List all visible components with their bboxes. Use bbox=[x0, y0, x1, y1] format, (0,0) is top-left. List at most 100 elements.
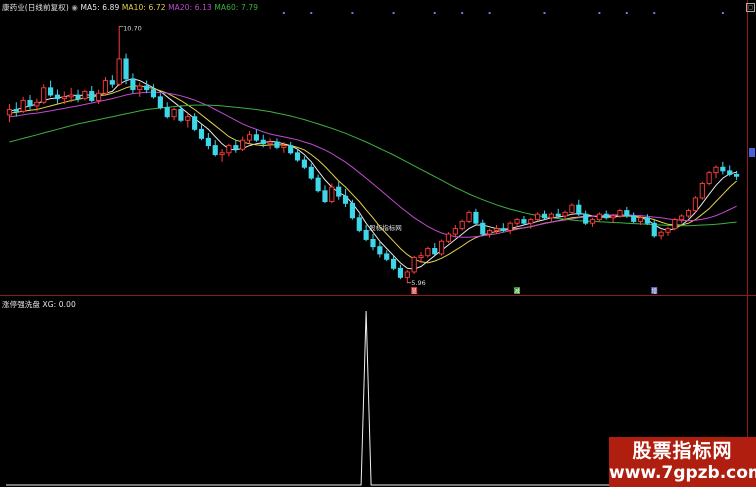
candle-up bbox=[507, 222, 513, 231]
top-event-marker bbox=[461, 12, 464, 14]
candle-down bbox=[75, 94, 81, 100]
candle-down bbox=[480, 222, 486, 235]
candle-down bbox=[432, 248, 438, 255]
candle-up bbox=[418, 255, 424, 258]
candle-up bbox=[672, 219, 678, 230]
candle-down bbox=[315, 177, 321, 192]
panel-toggle-button[interactable]: ▢ bbox=[746, 3, 755, 12]
candle-down bbox=[397, 267, 404, 278]
candle-down bbox=[500, 228, 506, 231]
top-event-marker bbox=[625, 12, 628, 14]
candle-up bbox=[267, 141, 273, 145]
candle-down bbox=[336, 186, 342, 197]
candle-down bbox=[603, 213, 609, 219]
watermark-logo: 股票指标网 www.7gpzb.com bbox=[609, 437, 756, 487]
candle-down bbox=[54, 94, 61, 100]
candle-down bbox=[391, 258, 397, 269]
candle-down bbox=[733, 174, 740, 177]
candle-up bbox=[685, 210, 692, 217]
candle-down bbox=[123, 58, 129, 80]
candle-up bbox=[589, 219, 596, 224]
candle-up bbox=[20, 100, 26, 112]
candle-down bbox=[555, 213, 561, 217]
candle-up bbox=[246, 134, 253, 141]
candle-down bbox=[253, 134, 259, 141]
candle-up bbox=[226, 145, 232, 154]
candle-up bbox=[493, 228, 500, 231]
right-price-axis[interactable] bbox=[747, 0, 756, 487]
top-event-marker bbox=[310, 12, 313, 14]
candle-up bbox=[6, 109, 13, 116]
candle-down bbox=[294, 152, 301, 161]
candle-down bbox=[27, 100, 33, 107]
top-event-marker bbox=[653, 12, 656, 14]
candle-down bbox=[624, 210, 630, 217]
price-axis-marker bbox=[749, 148, 755, 157]
candle-up bbox=[514, 219, 520, 224]
candle-up bbox=[445, 233, 452, 242]
candle-up bbox=[459, 220, 465, 230]
candle-down bbox=[576, 204, 582, 215]
candle-up bbox=[699, 183, 705, 199]
candle-down bbox=[384, 253, 390, 260]
price-panel: 10.70 5.96 股标指标网显 减 增 bbox=[0, 0, 756, 295]
high-price-label: 10.70 bbox=[123, 24, 142, 32]
top-event-marker bbox=[392, 12, 395, 14]
candle-up bbox=[34, 101, 40, 107]
candle-up bbox=[617, 210, 623, 217]
top-event-marker bbox=[433, 12, 436, 14]
indicator-title: 涨停强洗盘 bbox=[2, 300, 40, 309]
candle-down bbox=[583, 213, 589, 224]
candle-down bbox=[260, 139, 266, 145]
top-event-marker bbox=[598, 12, 601, 14]
top-event-marker bbox=[488, 12, 491, 14]
legend-dot-icon: ◉ bbox=[71, 3, 78, 12]
candle-down bbox=[233, 145, 239, 150]
candle-up bbox=[116, 58, 122, 85]
candle-down bbox=[164, 107, 170, 118]
candle-down bbox=[150, 89, 157, 98]
candle-down bbox=[370, 239, 376, 248]
candle-up bbox=[329, 186, 335, 202]
candle-down bbox=[644, 217, 650, 224]
candle-up bbox=[404, 271, 410, 278]
candle-down bbox=[130, 78, 136, 91]
candle-up bbox=[82, 90, 88, 100]
candle-down bbox=[13, 109, 19, 112]
site-label: 股标指标网 bbox=[369, 223, 402, 232]
candle-up bbox=[713, 166, 719, 174]
candle-up bbox=[658, 231, 664, 237]
candle-down bbox=[48, 87, 54, 96]
candle-up bbox=[171, 109, 177, 118]
candle-down bbox=[198, 128, 205, 139]
candle-up bbox=[281, 145, 287, 148]
candle-down bbox=[192, 116, 198, 130]
candle-up bbox=[439, 240, 445, 255]
panel-separator[interactable] bbox=[0, 295, 756, 296]
candle-up bbox=[68, 94, 74, 98]
candle-up bbox=[665, 228, 671, 233]
top-event-marker bbox=[282, 12, 285, 14]
candle-up bbox=[679, 215, 685, 221]
candle-up bbox=[96, 92, 102, 101]
candle-up bbox=[487, 229, 493, 235]
candle-up bbox=[185, 116, 191, 121]
candle-up bbox=[548, 213, 554, 219]
candle-up bbox=[637, 217, 644, 222]
candle-up bbox=[240, 139, 246, 150]
candle-down bbox=[349, 202, 355, 219]
candle-down bbox=[473, 211, 479, 224]
main-legend: 康药业(日线前复权) ◉ MA5: 6.89 MA10: 6.72 MA20: … bbox=[2, 2, 258, 13]
top-event-marker bbox=[721, 12, 724, 14]
candle-up bbox=[452, 228, 458, 235]
candle-down bbox=[521, 219, 527, 224]
candle-up bbox=[425, 248, 431, 257]
candle-down bbox=[301, 159, 307, 168]
candle-down bbox=[651, 222, 657, 237]
candle-down bbox=[342, 195, 349, 204]
stock-title: 康药业(日线前复权) bbox=[2, 3, 69, 12]
signal-marker-label: 减 bbox=[514, 287, 520, 295]
candle-down bbox=[377, 246, 383, 255]
candle-up bbox=[569, 204, 575, 213]
candle-up bbox=[41, 87, 47, 103]
